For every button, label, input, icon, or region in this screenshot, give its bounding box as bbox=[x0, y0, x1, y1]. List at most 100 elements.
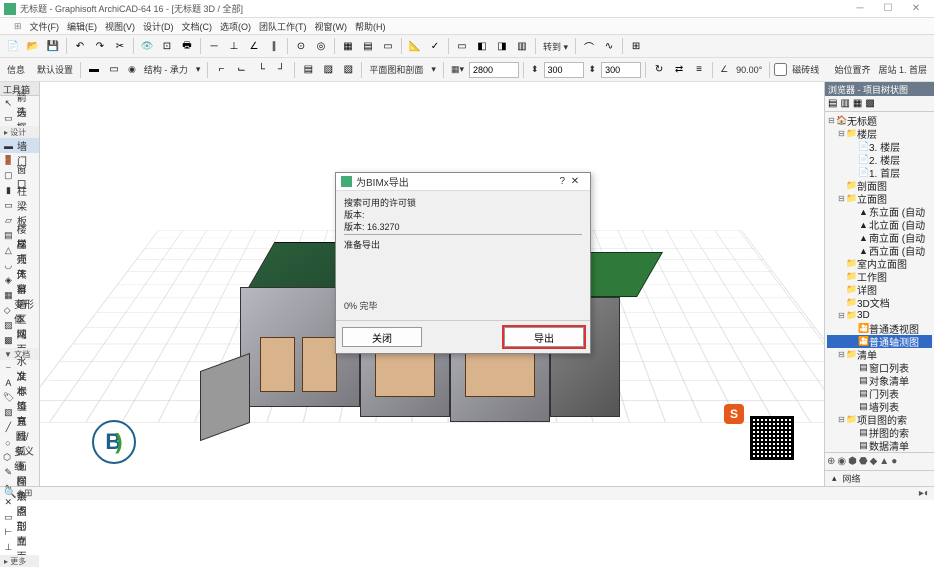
card-icon[interactable]: ▭ bbox=[379, 37, 397, 55]
menu-edit[interactable]: 编辑(E) bbox=[65, 20, 99, 33]
coord3-input[interactable] bbox=[601, 62, 641, 78]
tb1-icon[interactable]: ▭ bbox=[453, 37, 471, 55]
app-icon bbox=[4, 3, 16, 15]
nav-tab4-icon[interactable]: ▩ bbox=[865, 98, 874, 109]
coord2-input[interactable] bbox=[544, 62, 584, 78]
sb-ic1[interactable]: 🔍 bbox=[4, 488, 16, 499]
mirror-icon[interactable]: ⇄ bbox=[670, 61, 688, 79]
measure-icon[interactable]: 📐 bbox=[406, 37, 424, 55]
tool-wall[interactable]: ▬墙 bbox=[0, 138, 39, 153]
view-label[interactable]: 平面图和剖面 bbox=[366, 63, 426, 76]
hatch2-icon[interactable]: ▨ bbox=[319, 61, 337, 79]
open-icon[interactable]: 📂 bbox=[24, 37, 42, 55]
tb4-icon[interactable]: ▥ bbox=[513, 37, 531, 55]
tool-mesh[interactable]: ▩网面 bbox=[0, 333, 39, 348]
minimize-button[interactable]: ─ bbox=[846, 0, 874, 18]
navigator-status-icons: ⊕ ◉ ⬢ ⬣ ◆ ▲ ● bbox=[825, 452, 934, 470]
line-icon[interactable]: ─ bbox=[205, 37, 223, 55]
rp-footer[interactable]: 网络 bbox=[840, 472, 864, 485]
n-ic4[interactable]: ⬣ bbox=[859, 456, 868, 467]
save-icon[interactable]: 💾 bbox=[44, 37, 62, 55]
rot-icon[interactable]: ↻ bbox=[650, 61, 668, 79]
sb-ic3[interactable]: ⊞ bbox=[24, 488, 32, 499]
new-icon[interactable]: 📄 bbox=[4, 37, 22, 55]
tool-elevation[interactable]: ⊥立面 bbox=[0, 540, 39, 555]
coord1-input[interactable] bbox=[469, 62, 519, 78]
mode-b-icon[interactable]: ⌙ bbox=[232, 61, 250, 79]
menu-design[interactable]: 设计(D) bbox=[141, 20, 176, 33]
design-group[interactable]: ▸ 设计 bbox=[0, 126, 39, 138]
snap-label: 磁砖线 bbox=[789, 63, 822, 76]
info-head: 信息 bbox=[4, 63, 32, 76]
tool-column[interactable]: ▮柱 bbox=[0, 183, 39, 198]
n-ic5[interactable]: ◆ bbox=[870, 456, 878, 467]
mode-c-icon[interactable]: └ bbox=[252, 61, 270, 79]
nav-tab2-icon[interactable]: ▥ bbox=[840, 98, 849, 109]
print-icon[interactable]: 🖶 bbox=[178, 37, 196, 55]
hatch3-icon[interactable]: ▧ bbox=[339, 61, 357, 79]
qr-code bbox=[750, 416, 794, 460]
curve-icon[interactable]: ∿ bbox=[600, 37, 618, 55]
eye-icon[interactable]: 👁 bbox=[138, 37, 156, 55]
cut-icon[interactable]: ✂ bbox=[111, 37, 129, 55]
n-ic1[interactable]: ⊕ bbox=[827, 456, 835, 467]
parallel-icon[interactable]: ∥ bbox=[265, 37, 283, 55]
tool-panel: 工具箱 ↖箭头 ▭选框 ▸ 设计 ▬墙 🚪门 ▢窗口 ▮柱 ▭梁 ▱板 ▤楼梯 … bbox=[0, 82, 40, 486]
maximize-button[interactable]: ☐ bbox=[874, 0, 902, 18]
nav-tab3-icon[interactable]: ▦ bbox=[853, 98, 862, 109]
n-ic6[interactable]: ▲ bbox=[879, 456, 889, 467]
project-tree[interactable]: ⊟🏠无标题 ⊟📁楼层 📄3. 楼层 📄2. 楼层 📄1. 首层 📁剖面图 ⊟📁立… bbox=[825, 112, 934, 452]
sb-ic2[interactable]: ◈ bbox=[16, 488, 24, 499]
dialog-close-button[interactable]: 关闭 bbox=[342, 327, 422, 347]
snap-dropdown[interactable]: 结构 - 承力 bbox=[141, 63, 191, 76]
menu-team[interactable]: 团队工作(T) bbox=[257, 20, 309, 33]
hatch1-icon[interactable]: ▤ bbox=[299, 61, 317, 79]
fit-icon[interactable]: ⊡ bbox=[158, 37, 176, 55]
mark-icon[interactable]: ✓ bbox=[426, 37, 444, 55]
tb3-icon[interactable]: ◨ bbox=[493, 37, 511, 55]
arc-icon[interactable]: ⌒ bbox=[580, 37, 598, 55]
dlg-line3: 版本: 16.3270 bbox=[344, 221, 582, 233]
nav-tab1-icon[interactable]: ▤ bbox=[828, 98, 837, 109]
grid-icon[interactable]: ▦ bbox=[339, 37, 357, 55]
redo-icon[interactable]: ↷ bbox=[91, 37, 109, 55]
box-icon[interactable]: ⊞ bbox=[627, 37, 645, 55]
more-group[interactable]: ▸ 更多 bbox=[0, 555, 39, 567]
tool-select[interactable]: ▭选框 bbox=[0, 111, 39, 126]
snap2-icon[interactable]: ◎ bbox=[312, 37, 330, 55]
tb2-icon[interactable]: ◧ bbox=[473, 37, 491, 55]
dialog-close-icon[interactable]: ✕ bbox=[565, 176, 585, 187]
menu-file[interactable]: 文件(F) bbox=[28, 20, 62, 33]
dialog-export-button[interactable]: 导出 bbox=[504, 327, 584, 347]
snap1-icon[interactable]: ⊙ bbox=[292, 37, 310, 55]
bimx-export-dialog: 为BIMx导出 ? ✕ 搜索可用的许可锁 版本: 版本: 16.3270 准备导… bbox=[335, 172, 591, 354]
perp-icon[interactable]: ⊥ bbox=[225, 37, 243, 55]
wall-mode2-icon[interactable]: ▭ bbox=[105, 61, 123, 79]
wall-mode-icon[interactable]: ▬ bbox=[85, 61, 103, 79]
menu-help[interactable]: 帮助(H) bbox=[353, 20, 388, 33]
mode-d-icon[interactable]: ┘ bbox=[272, 61, 290, 79]
n-ic7[interactable]: ● bbox=[891, 456, 897, 467]
align-icon[interactable]: ≡ bbox=[690, 61, 708, 79]
close-button[interactable]: ✕ bbox=[902, 0, 930, 18]
grid2-icon[interactable]: ▤ bbox=[359, 37, 377, 55]
menu-window[interactable]: 视窗(W) bbox=[313, 20, 350, 33]
mode-a-icon[interactable]: ⌐ bbox=[212, 61, 230, 79]
tool-window[interactable]: ▢窗口 bbox=[0, 168, 39, 183]
menu-view[interactable]: 视图(V) bbox=[103, 20, 137, 33]
undo-icon[interactable]: ↶ bbox=[71, 37, 89, 55]
menu-doc[interactable]: 文档(C) bbox=[180, 20, 215, 33]
sb-r2[interactable]: ◐ bbox=[924, 488, 930, 499]
angle-icon[interactable]: ∠ bbox=[245, 37, 263, 55]
menu-options[interactable]: 选项(O) bbox=[218, 20, 253, 33]
n-ic3[interactable]: ⬢ bbox=[848, 456, 857, 467]
settings-label[interactable]: 默认设置 bbox=[34, 63, 76, 76]
n-ic2[interactable]: ◉ bbox=[837, 456, 846, 467]
navigator-header: 浏览器 - 项目树状图 bbox=[825, 82, 934, 96]
snap-checkbox[interactable] bbox=[774, 63, 787, 76]
tool-beam[interactable]: ▭梁 bbox=[0, 198, 39, 213]
loc-label: 始位置齐 bbox=[831, 63, 873, 76]
loc-value[interactable]: 居站 1. 首层 bbox=[875, 63, 930, 76]
menubar: ⊞ 文件(F) 编辑(E) 视图(V) 设计(D) 文档(C) 选项(O) 团队… bbox=[0, 18, 934, 34]
dialog-titlebar[interactable]: 为BIMx导出 ? ✕ bbox=[336, 173, 590, 191]
